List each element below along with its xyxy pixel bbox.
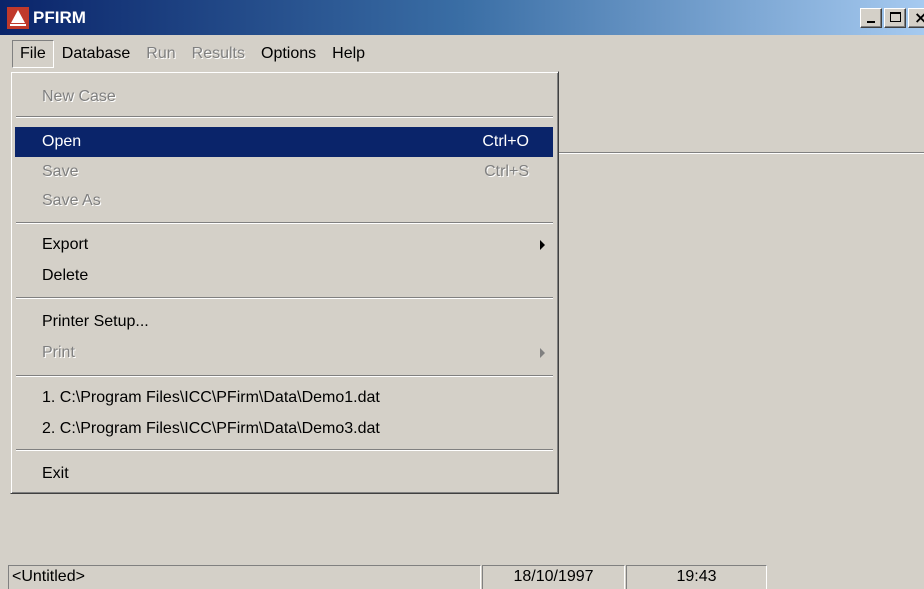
file-menu-dropdown: New Case Open Ctrl+O Save Ctrl+S Save As… <box>10 71 559 494</box>
menu-item-label: Save <box>42 163 79 180</box>
shortcut-label: Ctrl+O <box>482 133 529 150</box>
minimize-icon <box>867 21 875 23</box>
close-icon: × <box>914 8 924 27</box>
menu-help[interactable]: Help <box>324 40 373 68</box>
menu-options[interactable]: Options <box>253 40 324 68</box>
status-date: 18/10/1997 <box>482 565 625 589</box>
maximize-button[interactable] <box>884 8 906 28</box>
menu-item-label: Print <box>42 344 75 361</box>
status-bar: <Untitled> 18/10/1997 19:43 <box>0 565 924 589</box>
menu-item-label: Open <box>42 133 82 150</box>
menu-file[interactable]: File <box>12 40 54 68</box>
menu-separator <box>16 375 553 377</box>
minimize-button[interactable] <box>860 8 882 28</box>
window-controls: × <box>860 8 924 28</box>
submenu-arrow-icon <box>540 240 545 250</box>
menu-item-label: Export <box>42 236 89 253</box>
toolbar-divider <box>555 152 924 154</box>
menu-separator <box>16 449 553 451</box>
shortcut-label: Ctrl+S <box>484 163 529 180</box>
menu-item-exit[interactable]: Exit <box>15 459 553 489</box>
title-bar[interactable]: PFIRM × <box>0 0 924 35</box>
menu-run[interactable]: Run <box>138 40 183 68</box>
menu-item-export[interactable]: Export <box>15 230 553 260</box>
menu-item-recent-1[interactable]: 1. C:\Program Files\ICC\PFirm\Data\Demo1… <box>15 383 553 413</box>
menu-item-label: 1. C:\Program Files\ICC\PFirm\Data\Demo1… <box>42 389 380 406</box>
menu-item-label: Printer Setup... <box>42 313 149 330</box>
status-document-name: <Untitled> <box>8 565 481 589</box>
menu-item-label: Exit <box>42 465 69 482</box>
menu-separator <box>16 116 553 118</box>
pfirm-app-icon[interactable] <box>7 6 29 29</box>
menu-bar: File Database Run Results Options Help <box>0 35 924 73</box>
status-time: 19:43 <box>626 565 767 589</box>
submenu-arrow-icon <box>540 348 545 358</box>
close-button[interactable]: × <box>908 8 924 28</box>
menu-database[interactable]: Database <box>54 40 139 68</box>
menu-results[interactable]: Results <box>184 40 253 68</box>
menu-item-label: Save As <box>42 192 101 209</box>
maximize-icon <box>890 12 901 22</box>
menu-item-print[interactable]: Print <box>15 338 553 368</box>
menu-item-recent-2[interactable]: 2. C:\Program Files\ICC\PFirm\Data\Demo3… <box>15 414 553 444</box>
menu-item-new-case[interactable]: New Case <box>15 82 553 112</box>
menu-separator <box>16 297 553 299</box>
menu-item-label: New Case <box>42 88 116 105</box>
menu-item-label: Delete <box>42 267 89 284</box>
menu-separator <box>16 222 553 224</box>
menu-item-printer-setup[interactable]: Printer Setup... <box>15 307 553 337</box>
menu-item-open[interactable]: Open Ctrl+O <box>15 127 553 157</box>
menu-item-delete[interactable]: Delete <box>15 261 553 291</box>
menu-item-label: 2. C:\Program Files\ICC\PFirm\Data\Demo3… <box>42 420 380 437</box>
menu-item-save-as[interactable]: Save As <box>15 186 553 216</box>
menu-item-save[interactable]: Save Ctrl+S <box>15 157 553 187</box>
window-title: PFIRM <box>33 7 86 27</box>
